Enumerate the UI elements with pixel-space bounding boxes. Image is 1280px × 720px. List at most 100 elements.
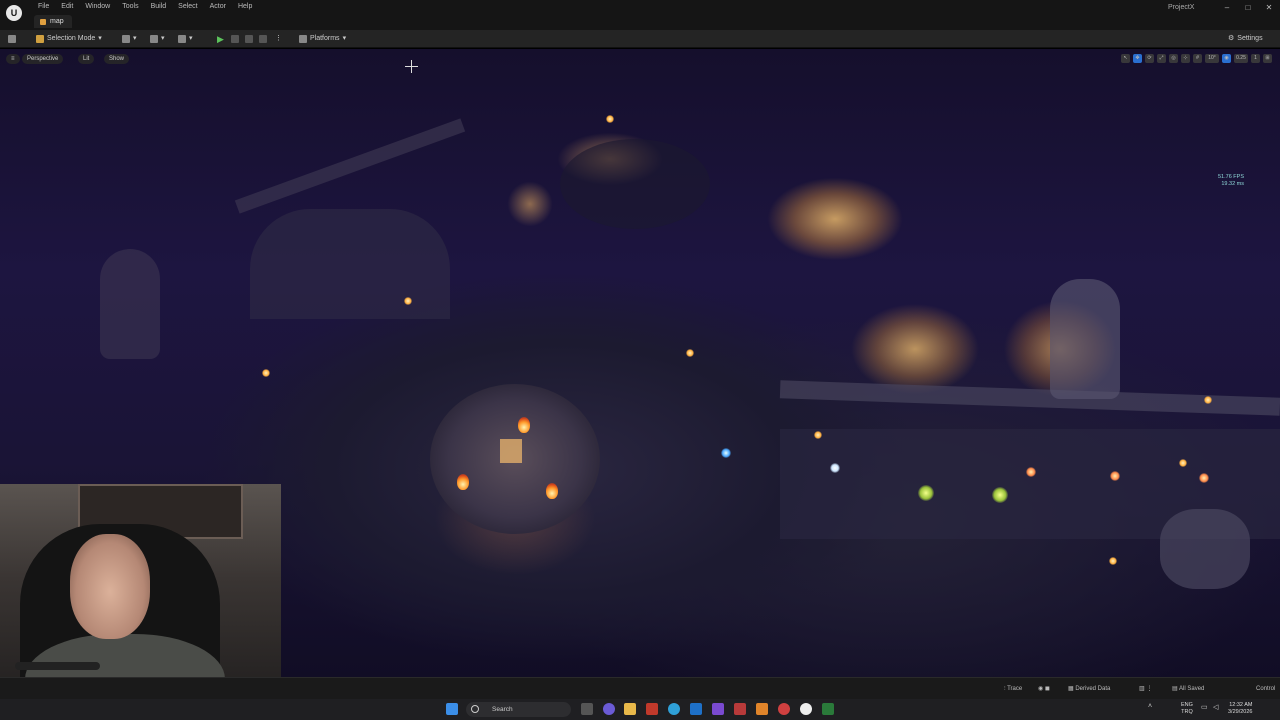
menu-bar: File Edit Window Tools Build Select Acto… xyxy=(32,2,258,11)
platforms-dropdown[interactable]: Platforms ▾ xyxy=(299,33,346,45)
cinematics-icon xyxy=(178,35,186,43)
language-indicator[interactable]: ENG TRQ xyxy=(1181,702,1193,716)
perspective-button[interactable]: Perspective xyxy=(22,54,64,64)
chevron-down-icon: ▾ xyxy=(98,35,102,42)
right-statue xyxy=(1160,509,1250,589)
level-icon xyxy=(40,18,46,25)
editor-status-bar: ⫶ Trace ◉ ◼ ▦ Derived Data ▥ ⋮ ▤ All Sav… xyxy=(0,677,1280,699)
fire-brazier-left xyxy=(457,474,469,490)
selection-mode-dropdown[interactable]: Selection Mode ▾ xyxy=(36,33,102,45)
viewport-menu-button[interactable]: ≡ xyxy=(6,54,20,64)
fire-brazier-right xyxy=(546,483,558,499)
minimize-button[interactable]: – xyxy=(1220,3,1234,12)
filezilla-icon[interactable] xyxy=(646,703,658,715)
torch-light xyxy=(1109,557,1117,565)
knight-statue xyxy=(1050,279,1120,399)
close-button[interactable]: ✕ xyxy=(1262,3,1276,12)
designer-icon[interactable] xyxy=(822,703,834,715)
trace-button[interactable]: ⫶ Trace xyxy=(1004,685,1022,693)
dark-tower xyxy=(560,139,710,229)
save-button[interactable] xyxy=(8,33,16,45)
platforms-icon xyxy=(299,35,307,43)
blender-icon[interactable] xyxy=(756,703,768,715)
screen-pct-value[interactable]: 1 xyxy=(1251,54,1260,63)
tray-chevron-icon[interactable]: ˄ xyxy=(1148,703,1160,715)
maximize-viewport-icon[interactable]: ⊞ xyxy=(1263,54,1272,63)
select-tool-icon[interactable]: ↖ xyxy=(1121,54,1130,63)
app-icon[interactable] xyxy=(734,703,746,715)
system-clock[interactable]: 12:32 AM 3/29/2026 xyxy=(1228,702,1252,716)
menu-actor[interactable]: Actor xyxy=(204,2,232,11)
taskbar-search[interactable]: Search xyxy=(466,702,571,717)
camera-speed-value[interactable]: 0.25 xyxy=(1234,54,1248,63)
green-spark xyxy=(918,485,934,501)
world-space-icon[interactable]: ◎ xyxy=(1169,54,1178,63)
lang-secondary: TRQ xyxy=(1181,709,1193,715)
settings-label: Settings xyxy=(1237,35,1263,42)
unreal-taskbar-icon[interactable] xyxy=(800,703,812,715)
lit-button[interactable]: Lit xyxy=(78,54,95,64)
rider-icon[interactable] xyxy=(712,703,724,715)
scale-tool-icon[interactable]: ⤢ xyxy=(1157,54,1166,63)
record-icon[interactable]: ◉ ◼ xyxy=(1038,685,1050,693)
task-view-icon[interactable] xyxy=(581,703,593,715)
frame-time-value: 19.32 ms xyxy=(1221,181,1244,187)
menu-edit[interactable]: Edit xyxy=(55,2,79,11)
settings-button[interactable]: ⚙ Settings xyxy=(1228,33,1263,45)
stone-arch xyxy=(250,209,450,319)
cinematics-button[interactable]: ▾ xyxy=(178,33,193,45)
edge-icon[interactable] xyxy=(668,703,680,715)
hamburger-icon: ≡ xyxy=(11,56,15,62)
grid-snap-value[interactable]: 10° xyxy=(1205,54,1219,63)
surface-snap-icon[interactable]: ⊹ xyxy=(1181,54,1190,63)
menu-window[interactable]: Window xyxy=(79,2,116,11)
all-saved-button[interactable]: ▤ All Saved xyxy=(1172,685,1204,693)
menu-help[interactable]: Help xyxy=(232,2,258,11)
play-button[interactable]: ▶ xyxy=(217,33,224,45)
stop-button[interactable] xyxy=(245,33,253,45)
menu-tools[interactable]: Tools xyxy=(116,2,144,11)
ember xyxy=(1199,473,1209,483)
move-tool-icon[interactable]: ✥ xyxy=(1133,54,1142,63)
windows-start-icon[interactable] xyxy=(446,703,458,715)
torch-light xyxy=(262,369,270,377)
chrome-icon[interactable] xyxy=(778,703,790,715)
white-wisp xyxy=(830,463,840,473)
torch-light xyxy=(606,115,614,123)
rotate-tool-icon[interactable]: ⟳ xyxy=(1145,54,1154,63)
menu-file[interactable]: File xyxy=(32,2,55,11)
revision-icon[interactable]: ▥ ⋮ xyxy=(1139,685,1152,693)
file-explorer-icon[interactable] xyxy=(624,703,636,715)
derived-data-button[interactable]: ▦ Derived Data xyxy=(1068,685,1110,693)
menu-build[interactable]: Build xyxy=(145,2,173,11)
fps-value: 51.76 FPS xyxy=(1218,174,1244,180)
grid-snap-icon[interactable]: # xyxy=(1193,54,1202,63)
source-control-button[interactable]: Control xyxy=(1256,685,1275,693)
save-icon xyxy=(8,35,16,43)
camera-speed-icon[interactable]: ◉ xyxy=(1222,54,1231,63)
menu-select[interactable]: Select xyxy=(172,2,203,11)
windows-taskbar: Search ˄ ENG TRQ ▭ ◁ 12:32 AM 3/29/2026 xyxy=(0,699,1280,720)
discord-icon[interactable] xyxy=(603,703,615,715)
show-button[interactable]: Show xyxy=(104,54,130,64)
play-options-button[interactable] xyxy=(231,33,239,45)
blueprints-button[interactable]: ▾ xyxy=(150,33,165,45)
add-content-icon xyxy=(122,35,130,43)
gear-icon: ⚙ xyxy=(1228,35,1235,42)
network-icon[interactable]: ▭ xyxy=(1201,703,1213,715)
blueprint-icon xyxy=(150,35,158,43)
step-icon xyxy=(231,35,239,43)
selection-mode-label: Selection Mode xyxy=(47,35,96,42)
chevron-down-icon: ▾ xyxy=(342,35,347,42)
chevron-down-icon: ▾ xyxy=(133,35,137,42)
maximize-button[interactable]: □ xyxy=(1241,3,1255,12)
vscode-icon[interactable] xyxy=(690,703,702,715)
play-more-button[interactable]: ⋮ xyxy=(275,33,282,45)
lit-label: Lit xyxy=(83,56,90,62)
add-content-button[interactable]: ▾ xyxy=(122,33,137,45)
microphone xyxy=(15,662,100,670)
main-toolbar: Selection Mode ▾ ▾ ▾ ▾ ▶ ⋮ Platforms ▾ ⚙… xyxy=(0,30,1280,48)
tab-map[interactable]: map xyxy=(34,15,72,28)
eject-button[interactable] xyxy=(259,33,267,45)
volume-icon[interactable]: ◁ xyxy=(1213,703,1225,715)
